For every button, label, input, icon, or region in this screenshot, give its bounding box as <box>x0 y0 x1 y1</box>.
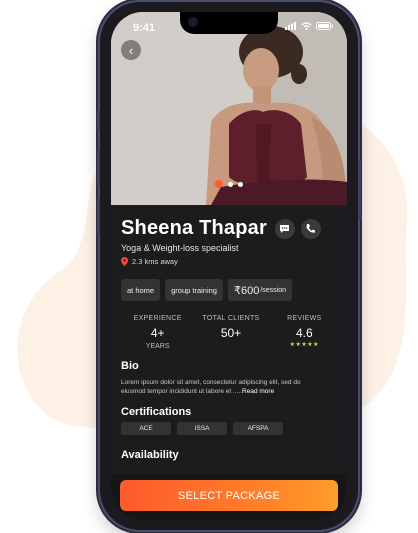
cert-badge: AFSPA <box>233 422 283 435</box>
service-chips: at home group training ₹600/session <box>121 279 341 301</box>
stat-experience: EXPERIENCE 4+ YEARS <box>121 315 194 350</box>
back-button[interactable]: ‹ <box>121 40 141 60</box>
notch <box>180 12 278 34</box>
power-button <box>358 160 361 220</box>
phone-call-icon <box>306 224 316 233</box>
cert-badge: ACE <box>121 422 171 435</box>
distance-row: 2.3 kms away <box>121 257 341 266</box>
reviews-label: REVIEWS <box>287 315 322 322</box>
experience-value: 4+ <box>150 326 165 340</box>
price-unit: /session <box>260 286 287 294</box>
location-pin-icon <box>121 257 128 266</box>
wifi-icon <box>301 22 312 30</box>
experience-label: EXPERIENCE <box>133 315 182 322</box>
chat-icon <box>280 224 290 233</box>
availability-title: Availability <box>121 449 179 461</box>
stat-reviews[interactable]: REVIEWS 4.6 ★★★★★ <box>268 315 341 350</box>
carousel-dot-3[interactable] <box>238 181 243 187</box>
trainer-photo[interactable]: 9:41 ‹ <box>111 12 347 205</box>
clients-label: TOTAL CLIENTS <box>202 315 260 322</box>
select-package-button[interactable]: SELECT PACKAGE <box>120 480 338 511</box>
chip-at-home[interactable]: at home <box>121 279 161 301</box>
signal-icon <box>285 22 296 30</box>
trainer-name: Sheena Thapar <box>121 217 267 239</box>
trainer-specialty: Yoga & Weight-loss specialist <box>121 243 239 253</box>
app-screen: 9:41 ‹ Sheena Thapar Yoga & Weight-loss … <box>111 12 347 520</box>
experience-unit: YEARS <box>145 343 170 350</box>
cert-badge: ISSA <box>177 422 227 435</box>
volume-up-button <box>97 147 100 187</box>
clients-value: 50+ <box>220 326 242 340</box>
bio-title: Bio <box>121 360 139 372</box>
mute-switch <box>97 110 100 132</box>
chevron-left-icon: ‹ <box>128 42 134 58</box>
call-button[interactable] <box>300 218 321 239</box>
stat-total-clients: TOTAL CLIENTS 50+ <box>194 315 267 350</box>
volume-down-button <box>97 197 100 237</box>
certifications-title: Certifications <box>121 406 192 418</box>
status-time: 9:41 <box>133 22 156 34</box>
chat-button[interactable] <box>274 218 295 239</box>
battery-icon <box>316 22 333 30</box>
phone-frame: 9:41 ‹ Sheena Thapar Yoga & Weight-loss … <box>97 2 361 530</box>
certifications-list: ACE ISSA AFSPA <box>121 422 341 435</box>
rating-stars: ★★★★★ <box>289 342 320 348</box>
carousel-dot-2[interactable] <box>228 181 233 187</box>
bio-text: Lorem ipsum dolor sit amet, consectetur … <box>121 378 326 396</box>
trainer-photo-illustration <box>111 12 347 205</box>
camera-icon <box>188 17 198 27</box>
price-value: ₹600 <box>233 284 260 297</box>
distance-text: 2.3 kms away <box>132 257 178 266</box>
chip-price: ₹600/session <box>227 279 293 301</box>
read-more-link[interactable]: Read more <box>242 388 274 395</box>
carousel-indicators <box>111 180 347 188</box>
trainer-details: Sheena Thapar Yoga & Weight-loss special… <box>121 217 341 461</box>
status-icons <box>285 22 333 30</box>
chip-group-training[interactable]: group training <box>165 279 223 301</box>
reviews-value: 4.6 <box>295 326 313 340</box>
name-row: Sheena Thapar <box>121 217 341 240</box>
stats-row: EXPERIENCE 4+ YEARS TOTAL CLIENTS 50+ RE… <box>121 315 341 350</box>
carousel-dot-1[interactable] <box>215 180 223 188</box>
